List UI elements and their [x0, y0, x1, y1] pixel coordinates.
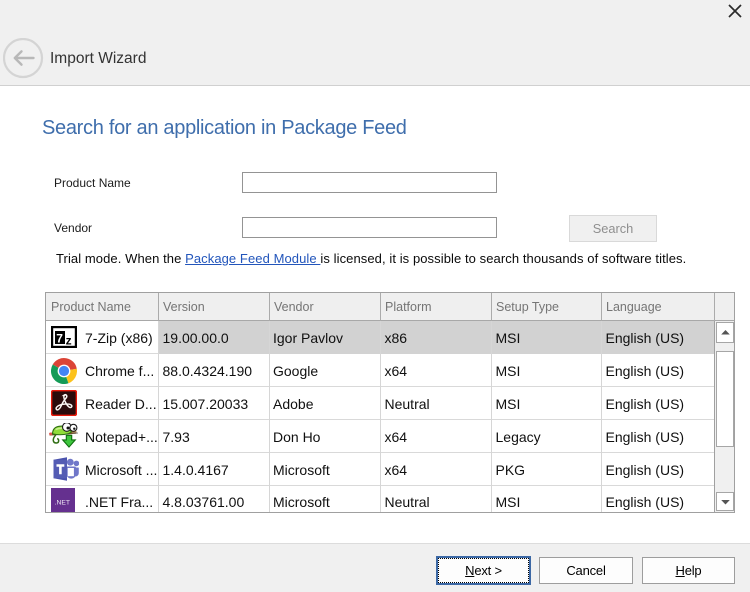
svg-text:.NET: .NET	[55, 500, 70, 507]
svg-text:z: z	[66, 334, 72, 348]
svg-text:7: 7	[56, 331, 63, 345]
